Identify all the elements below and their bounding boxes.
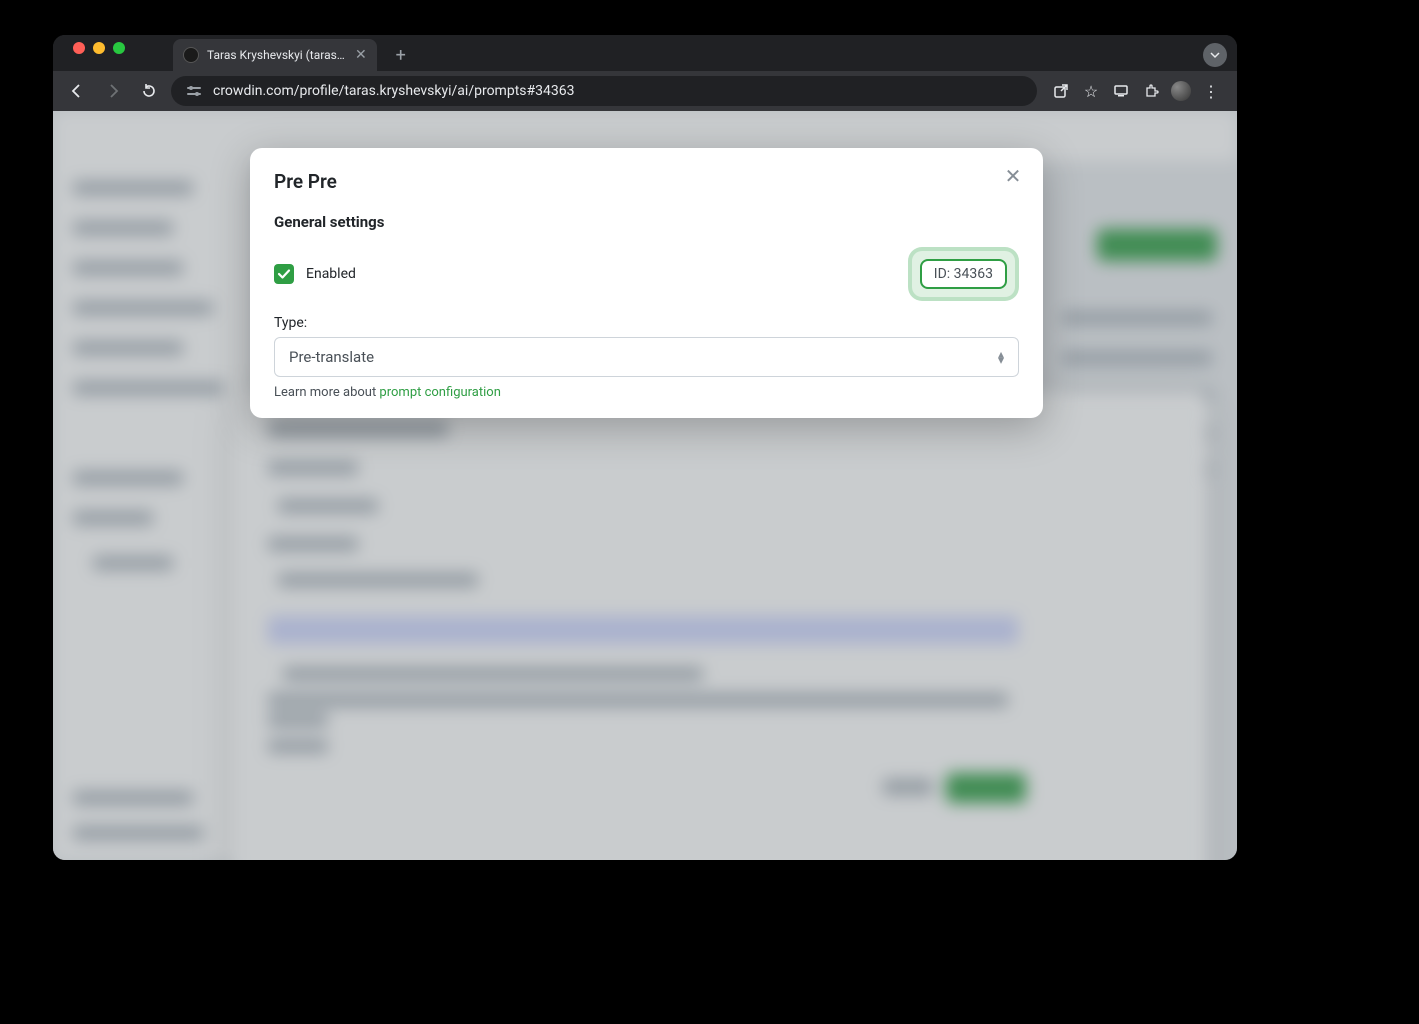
page-content: Pre Pre ✕ General settings Enabled ID: 3…: [53, 111, 1237, 860]
chevron-updown-icon: ▴▾: [998, 351, 1004, 363]
back-button[interactable]: [63, 77, 91, 105]
window-controls: [65, 42, 133, 64]
device-icon[interactable]: [1111, 81, 1131, 101]
type-select[interactable]: Pre-translate ▴▾: [274, 337, 1019, 377]
menu-icon[interactable]: ⋮: [1201, 81, 1221, 101]
helper-prefix: Learn more about: [274, 385, 379, 400]
toolbar-actions: ☆ ⋮: [1045, 81, 1227, 101]
browser-window: Taras Kryshevskyi (taras.krys ✕ + crowdi…: [53, 35, 1237, 860]
enabled-checkbox[interactable]: [274, 264, 294, 284]
section-heading: General settings: [274, 213, 1019, 231]
type-select-value: Pre-translate: [289, 348, 374, 366]
site-info-icon[interactable]: [185, 82, 203, 100]
tab-overflow-button[interactable]: [1203, 43, 1227, 67]
open-external-icon[interactable]: [1051, 81, 1071, 101]
address-bar[interactable]: crowdin.com/profile/taras.kryshevskyi/ai…: [171, 76, 1037, 106]
enabled-row: Enabled ID: 34363: [274, 247, 1019, 301]
id-highlight: ID: 34363: [908, 247, 1019, 301]
tab-title: Taras Kryshevskyi (taras.krys: [207, 48, 347, 62]
new-tab-button[interactable]: +: [387, 41, 415, 69]
forward-button[interactable]: [99, 77, 127, 105]
prompt-settings-modal: Pre Pre ✕ General settings Enabled ID: 3…: [250, 148, 1043, 418]
tab-close-icon[interactable]: ✕: [355, 47, 367, 63]
helper-text: Learn more about prompt configuration: [274, 385, 1019, 400]
reload-button[interactable]: [135, 77, 163, 105]
check-icon: [277, 267, 291, 281]
modal-title: Pre Pre: [274, 170, 1019, 193]
enabled-checkbox-wrap: Enabled: [274, 264, 356, 284]
maximize-window-button[interactable]: [113, 42, 125, 54]
enabled-label: Enabled: [306, 266, 356, 282]
profile-avatar[interactable]: [1171, 81, 1191, 101]
bookmark-icon[interactable]: ☆: [1081, 81, 1101, 101]
extensions-icon[interactable]: [1141, 81, 1161, 101]
helper-link[interactable]: prompt configuration: [379, 385, 500, 400]
minimize-window-button[interactable]: [93, 42, 105, 54]
toolbar: crowdin.com/profile/taras.kryshevskyi/ai…: [53, 71, 1237, 111]
url-text: crowdin.com/profile/taras.kryshevskyi/ai…: [213, 83, 574, 99]
close-icon[interactable]: ✕: [1001, 164, 1025, 188]
browser-tab[interactable]: Taras Kryshevskyi (taras.krys ✕: [173, 39, 377, 71]
tab-bar: Taras Kryshevskyi (taras.krys ✕ +: [53, 35, 1237, 71]
favicon-icon: [183, 47, 199, 63]
close-window-button[interactable]: [73, 42, 85, 54]
type-label: Type:: [274, 315, 1019, 331]
id-badge: ID: 34363: [920, 259, 1007, 289]
